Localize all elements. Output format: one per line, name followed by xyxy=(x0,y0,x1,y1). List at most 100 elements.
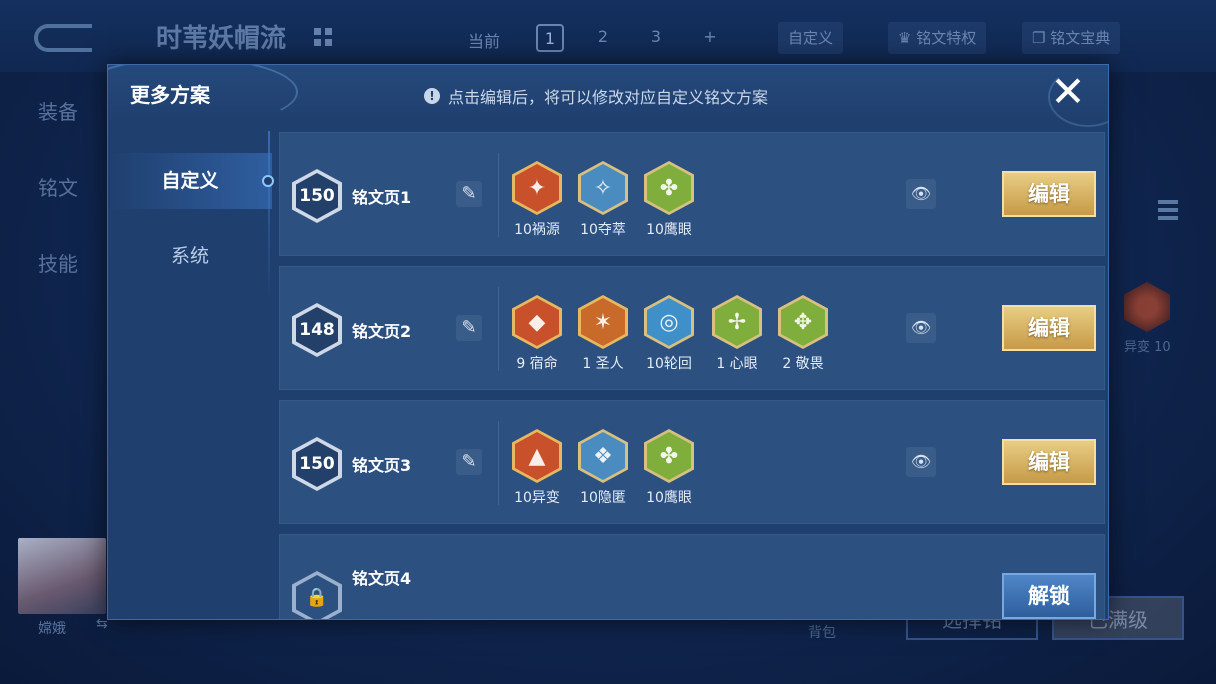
rune-label: 10夺萃 xyxy=(580,222,626,238)
tab-custom[interactable]: 自定义 xyxy=(108,153,272,209)
dialog-header: 更多方案 ! 点击编辑后，将可以修改对应自定义铭文方案 ✕ xyxy=(108,65,1108,127)
rune-icon: ✦ xyxy=(515,164,559,212)
page-name: 铭文页4 xyxy=(352,569,412,588)
privilege-icon: ♛ xyxy=(898,29,917,47)
rename-pen-icon[interactable]: ✎ xyxy=(456,315,482,341)
tab-system[interactable]: 系统 xyxy=(108,228,272,284)
rune-icon: ❖ xyxy=(581,432,625,480)
scheme-sidebar: 自定义 系统 xyxy=(108,131,274,619)
level-value: 148 xyxy=(296,307,338,353)
rune-page-list[interactable]: 150 铭文页1 ✎ ✦ 10祸源 ✧ 10夺萃 ✤ 10鹰眼 👁 编辑 148… xyxy=(279,132,1105,619)
rune-slot[interactable]: ✦ 10祸源 xyxy=(504,161,570,251)
rune-icon: ✤ xyxy=(647,164,691,212)
card-divider xyxy=(498,153,499,237)
rune-page-card: 148 铭文页2 ✎ ◆ 9 宿命 ✶ 1 圣人 ◎ 10轮回 ✢ 1 心眼 ✥ xyxy=(279,266,1105,390)
card-divider xyxy=(498,287,499,371)
grid-icon[interactable] xyxy=(314,28,332,46)
hero-avatar[interactable] xyxy=(18,538,106,614)
side-menu-runes[interactable]: 铭文 xyxy=(38,172,78,201)
rune-slot[interactable]: ✧ 10夺萃 xyxy=(570,161,636,251)
rune-label-bg: 异变 10 xyxy=(1124,340,1171,355)
more-schemes-dialog: 更多方案 ! 点击编辑后，将可以修改对应自定义铭文方案 ✕ 自定义 系统 150… xyxy=(107,64,1109,620)
rune-icon-frame: ◆ xyxy=(512,295,562,349)
rune-page-card: 150 铭文页3 ✎ ▲ 10异变 ❖ 10隐匿 ✤ 10鹰眼 👁 编辑 xyxy=(279,400,1105,524)
rune-slot[interactable]: ◎ 10轮回 xyxy=(636,295,702,385)
rune-label: 9 宿命 xyxy=(516,356,558,372)
rune-slot[interactable]: ✤ 10鹰眼 xyxy=(636,429,702,519)
codex-tab[interactable]: ❐ 铭文宝典 xyxy=(1022,22,1121,54)
rename-pen-icon[interactable]: ✎ xyxy=(456,181,482,207)
edit-button[interactable]: 编辑 xyxy=(1002,305,1096,351)
rune-icon: ◎ xyxy=(647,298,691,346)
rune-page-card-locked: 🔒 铭文页4 解锁 xyxy=(279,534,1105,619)
rune-slot[interactable]: ✥ 2 敬畏 xyxy=(770,295,836,385)
list-icon[interactable] xyxy=(1158,200,1178,224)
rune-slot[interactable]: ✶ 1 圣人 xyxy=(570,295,636,385)
codex-icon: ❐ xyxy=(1032,29,1051,47)
current-label: 当前 xyxy=(468,32,501,51)
rename-pen-icon[interactable]: ✎ xyxy=(456,449,482,475)
lock-icon: 🔒 xyxy=(296,575,338,619)
rune-slot[interactable]: ▲ 10异变 xyxy=(504,429,570,519)
rune-icon: ✢ xyxy=(715,298,759,346)
rune-icon-frame: ✤ xyxy=(644,161,694,215)
page-tab-2[interactable]: 2 xyxy=(589,24,617,52)
level-value: 150 xyxy=(296,441,338,487)
rune-icon-frame: ✢ xyxy=(712,295,762,349)
rune-slot[interactable]: ✤ 10鹰眼 xyxy=(636,161,702,251)
close-icon[interactable]: ✕ xyxy=(1048,71,1088,113)
bag-label: 背包 xyxy=(808,625,836,641)
add-page-button[interactable]: + xyxy=(696,24,724,52)
level-badge: 148 xyxy=(292,303,342,357)
swap-icon[interactable]: ⇆ xyxy=(96,616,108,632)
rune-icon: ✤ xyxy=(647,432,691,480)
eye-icon[interactable]: 👁 xyxy=(906,179,936,209)
dialog-title: 更多方案 xyxy=(130,83,210,107)
rune-icon-frame: ✦ xyxy=(512,161,562,215)
rune-label: 10隐匿 xyxy=(580,490,626,506)
rune-slot[interactable]: ✢ 1 心眼 xyxy=(704,295,770,385)
codex-label: 铭文宝典 xyxy=(1050,29,1111,47)
rune-slot[interactable]: ◆ 9 宿命 xyxy=(504,295,570,385)
hero-name: 嫦娥 xyxy=(38,621,66,637)
rune-label: 2 敬畏 xyxy=(782,356,824,372)
edit-button[interactable]: 编辑 xyxy=(1002,439,1096,485)
rune-icon-frame: ✤ xyxy=(644,429,694,483)
rune-icon-frame: ▲ xyxy=(512,429,562,483)
rune-icon: ✶ xyxy=(581,298,625,346)
hint-text: ! 点击编辑后，将可以修改对应自定义铭文方案 xyxy=(424,84,768,108)
rune-icon-bg xyxy=(1124,282,1170,332)
side-menu-equipment[interactable]: 装备 xyxy=(38,96,78,125)
eye-icon[interactable]: 👁 xyxy=(906,447,936,477)
rune-icon-frame: ✥ xyxy=(778,295,828,349)
rune-icon: ◆ xyxy=(515,298,559,346)
custom-tab-bg[interactable]: 自定义 xyxy=(778,22,844,54)
level-value: 150 xyxy=(296,173,338,219)
rune-slot[interactable]: ❖ 10隐匿 xyxy=(570,429,636,519)
level-badge: 150 xyxy=(292,169,342,223)
card-divider xyxy=(498,421,499,505)
edit-button[interactable]: 编辑 xyxy=(1002,171,1096,217)
rune-label: 10鹰眼 xyxy=(646,490,692,506)
page-name: 铭文页2 xyxy=(352,322,412,341)
rune-icon: ▲ xyxy=(515,432,559,480)
eye-icon[interactable]: 👁 xyxy=(906,313,936,343)
lock-badge: 🔒 xyxy=(292,571,342,619)
rune-icon-frame: ◎ xyxy=(644,295,694,349)
unlock-button[interactable]: 解锁 xyxy=(1002,573,1096,619)
page-tab-3[interactable]: 3 xyxy=(642,24,670,52)
rune-icon-frame: ❖ xyxy=(578,429,628,483)
privilege-label: 铭文特权 xyxy=(916,29,977,47)
rune-label: 10异变 xyxy=(514,490,560,506)
rune-label: 1 心眼 xyxy=(716,356,758,372)
page-name: 铭文页1 xyxy=(352,188,412,207)
scheme-title: 时苇妖帽流 xyxy=(156,24,287,54)
rune-icon-frame: ✧ xyxy=(578,161,628,215)
privilege-tab[interactable]: ♛ 铭文特权 xyxy=(888,22,987,54)
page-tab-1[interactable]: 1 xyxy=(536,24,564,52)
side-menu-skills[interactable]: 技能 xyxy=(38,248,78,277)
rune-label: 10鹰眼 xyxy=(646,222,692,238)
rune-page-card: 150 铭文页1 ✎ ✦ 10祸源 ✧ 10夺萃 ✤ 10鹰眼 👁 编辑 xyxy=(279,132,1105,256)
rune-label: 10轮回 xyxy=(646,356,692,372)
back-icon[interactable] xyxy=(34,24,92,52)
